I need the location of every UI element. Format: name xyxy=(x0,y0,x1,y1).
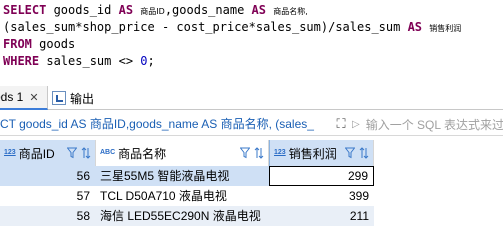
sql-keyword: AS xyxy=(251,3,266,17)
sql-number: 0 xyxy=(140,54,148,68)
tab-output[interactable]: 输出 xyxy=(52,86,112,110)
sql-token: sales_sum <> xyxy=(39,54,141,68)
numeric-type-icon: 123 xyxy=(4,149,16,156)
sql-line-1: SELECT goods_id AS 商品ID,goods_name AS 商品… xyxy=(0,2,503,19)
column-header-goods-id[interactable]: 123 商品ID xyxy=(0,140,96,166)
result-tab-strip: ods 1 ✕ 输出 xyxy=(0,84,503,110)
sql-keyword: FROM xyxy=(3,37,32,51)
cell-goods-id[interactable]: 57 xyxy=(0,186,96,206)
sql-line-3: FROM goods xyxy=(0,36,503,53)
filter-icon[interactable] xyxy=(240,147,250,159)
cell-goods-name[interactable]: TCL D50A710 液晶电视 xyxy=(96,186,269,206)
sql-token: ; xyxy=(147,54,155,68)
sql-token: (sales_sum*shop_price - cost_price*sales… xyxy=(3,20,408,34)
expand-icon[interactable]: ⛶ xyxy=(332,116,350,132)
column-header-label: 销售利润 xyxy=(288,146,337,161)
sql-token: 商品ID xyxy=(140,7,165,16)
filter-bar: CT goods_id AS 商品ID,goods_name AS 商品名称, … xyxy=(0,112,503,136)
sql-token: 销售利润 xyxy=(429,24,462,33)
grid-header: 123 商品ID ABC 商品名称 123 销售利润 xyxy=(0,140,503,166)
output-icon xyxy=(52,91,66,105)
text-type-icon: ABC xyxy=(100,149,116,156)
cell-goods-name[interactable]: 海信 LED55EC290N 液晶电视 xyxy=(96,206,269,226)
filter-icon[interactable] xyxy=(67,147,77,159)
cell-goods-id[interactable]: 58 xyxy=(0,206,96,226)
sql-keyword: AS xyxy=(407,20,423,34)
column-header-sales-profit[interactable]: 123 销售利润 xyxy=(269,140,374,166)
cell-goods-id[interactable]: 56 xyxy=(0,166,96,186)
sql-keyword: AS xyxy=(118,3,134,17)
cell-sales-profit[interactable]: 299 xyxy=(269,166,374,186)
table-row[interactable]: 57 TCL D50A710 液晶电视 399 xyxy=(0,186,374,206)
sql-keyword: WHERE xyxy=(3,54,40,68)
filter-icon[interactable] xyxy=(345,147,355,159)
close-icon[interactable]: ✕ xyxy=(29,91,38,104)
sql-keyword: SELECT xyxy=(3,3,47,17)
sql-token: ,goods_name xyxy=(164,3,252,17)
sort-icon[interactable] xyxy=(254,146,264,160)
sql-line-2: (sales_sum*shop_price - cost_price*sales… xyxy=(0,19,503,36)
column-header-goods-name[interactable]: ABC 商品名称 xyxy=(96,140,269,166)
filter-arrow-icon: ▷ xyxy=(352,118,360,130)
filter-placeholder: 输入一个 SQL 表达式来过滤 xyxy=(365,117,503,132)
tab-results[interactable]: ods 1 ✕ xyxy=(0,86,48,110)
sql-editor[interactable]: SELECT goods_id AS 商品ID,goods_name AS 商品… xyxy=(0,0,503,78)
numeric-type-icon: 123 xyxy=(274,149,286,156)
filter-input[interactable]: ▷ 输入一个 SQL 表达式来过滤 xyxy=(352,112,503,136)
sql-token: goods xyxy=(31,37,76,51)
sql-token: 商品名称, xyxy=(273,7,308,16)
tab-output-label: 输出 xyxy=(70,91,95,106)
query-text: CT goods_id AS 商品ID,goods_name AS 商品名称, … xyxy=(0,117,314,131)
cell-sales-profit[interactable]: 211 xyxy=(269,206,374,226)
column-header-label: 商品名称 xyxy=(118,146,167,161)
sort-icon[interactable] xyxy=(359,146,369,160)
table-row[interactable]: 58 海信 LED55EC290N 液晶电视 211 xyxy=(0,206,374,226)
sql-token: goods_id xyxy=(46,3,119,17)
result-grid: 123 商品ID ABC 商品名称 123 销售利润 56 三星55M5 智能液… xyxy=(0,138,503,242)
column-header-label: 商品ID xyxy=(18,146,55,161)
sort-icon[interactable] xyxy=(81,146,91,160)
table-row[interactable]: 56 三星55M5 智能液晶电视 299 xyxy=(0,166,374,186)
tab-results-label: ods 1 xyxy=(0,90,24,104)
cell-goods-name[interactable]: 三星55M5 智能液晶电视 xyxy=(96,166,269,186)
sql-line-4: WHERE sales_sum <> 0; xyxy=(0,53,503,70)
cell-sales-profit[interactable]: 399 xyxy=(269,186,374,206)
